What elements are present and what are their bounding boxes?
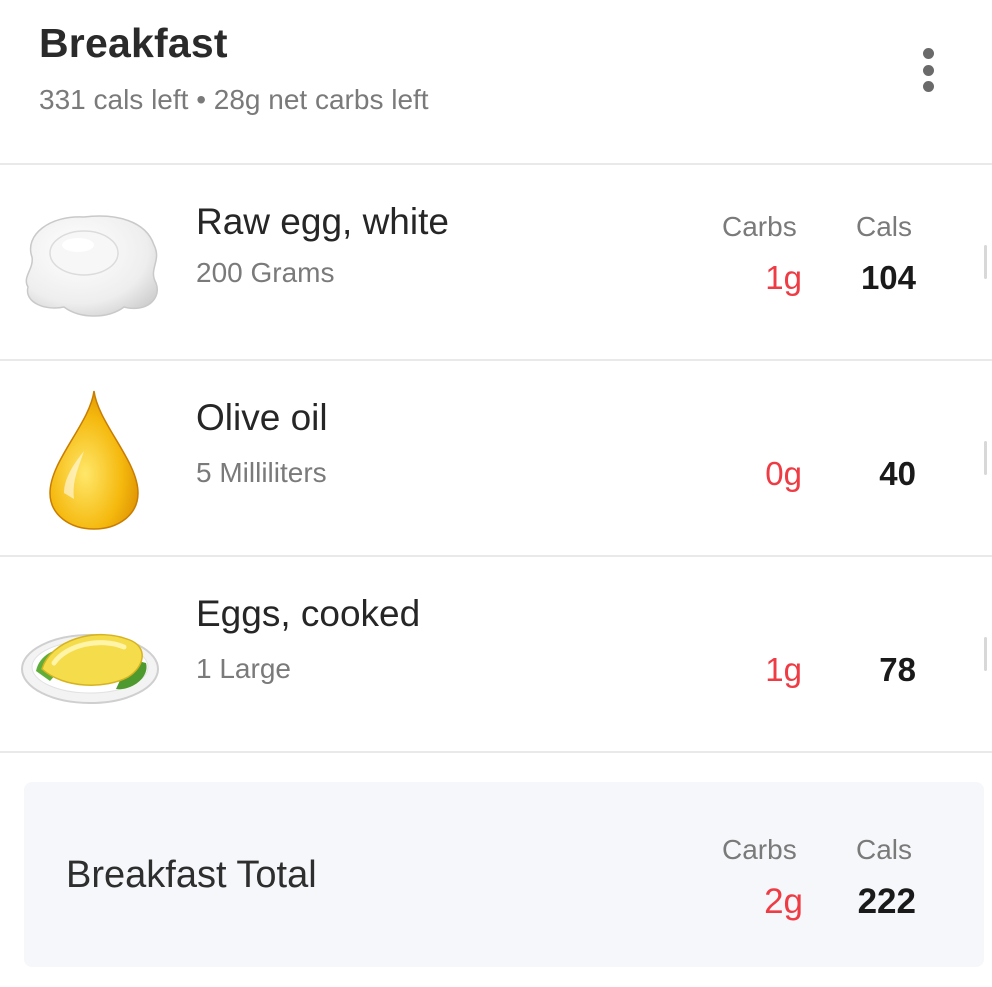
meal-title: Breakfast <box>39 20 228 66</box>
oil-drop-icon <box>49 390 139 530</box>
food-amount: 1 Large <box>196 653 291 684</box>
food-item-eggs-cooked[interactable]: Eggs, cooked 1 Large 1g 78 <box>0 557 992 753</box>
more-vertical-icon <box>922 48 934 59</box>
cals-column-header: Cals <box>856 211 913 242</box>
food-cals-value: 104 <box>860 259 916 296</box>
food-name: Eggs, cooked <box>196 593 421 634</box>
row-edge-handle <box>984 637 987 671</box>
carbs-column-header: Carbs <box>722 834 797 865</box>
row-edge-handle <box>984 441 987 475</box>
omelette-plate-icon <box>21 633 159 704</box>
meal-remaining-summary: 331 cals left • 28g net carbs left <box>39 84 429 115</box>
total-cals-value: 222 <box>857 882 916 921</box>
carbs-column-header: Carbs <box>722 211 797 242</box>
food-item-raw-egg-white[interactable]: Raw egg, white 200 Grams Carbs Cals 1g 1… <box>0 165 992 361</box>
total-carbs-value: 2g <box>764 882 803 921</box>
row-edge-handle <box>984 245 987 279</box>
egg-white-icon <box>25 215 158 317</box>
food-name: Olive oil <box>196 397 328 438</box>
meal-total-label: Breakfast Total <box>66 854 317 896</box>
food-carbs-value: 1g <box>765 259 802 296</box>
food-cals-value: 78 <box>879 651 916 688</box>
more-options-button[interactable] <box>910 44 946 96</box>
food-cals-value: 40 <box>879 455 916 492</box>
food-amount: 5 Milliliters <box>196 457 327 488</box>
food-amount: 200 Grams <box>196 257 335 288</box>
food-name: Raw egg, white <box>196 201 449 242</box>
cals-column-header: Cals <box>856 834 913 865</box>
meal-total-card: Breakfast Total Carbs Cals 2g 222 <box>24 782 984 967</box>
food-carbs-value: 1g <box>765 651 802 688</box>
food-item-olive-oil[interactable]: Olive oil 5 Milliliters 0g 40 <box>0 361 992 557</box>
food-carbs-value: 0g <box>765 455 802 492</box>
meal-header: Breakfast 331 cals left • 28g net carbs … <box>0 0 992 165</box>
